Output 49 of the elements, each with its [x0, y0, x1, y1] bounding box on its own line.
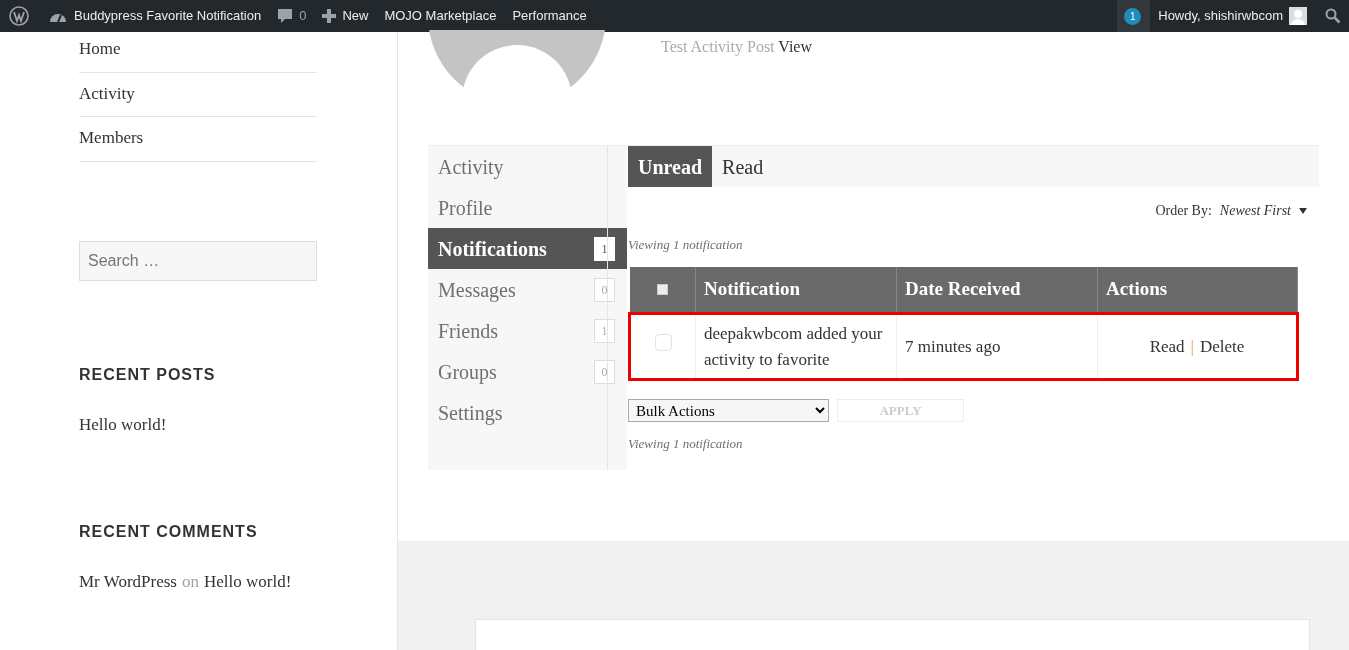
new-link[interactable]: New: [314, 0, 377, 32]
view-link[interactable]: View: [778, 38, 812, 55]
action-separator: |: [1190, 336, 1194, 356]
row-checkbox[interactable]: [654, 333, 672, 351]
tab[interactable]: Unread: [628, 146, 713, 187]
column-header: Notification: [695, 266, 897, 314]
notifications-link[interactable]: 1: [1117, 0, 1151, 32]
subnav-item[interactable]: Profile: [428, 187, 627, 228]
menu-link[interactable]: Performance: [504, 0, 595, 32]
caret-icon: [1299, 207, 1307, 214]
account-link[interactable]: Howdy, shishirwbcom: [1150, 0, 1315, 32]
comment-connector: on: [181, 571, 199, 593]
subnav-item[interactable]: Notifications 1: [428, 228, 627, 269]
plus-icon: [322, 9, 337, 23]
subnav-item[interactable]: Groups 0: [428, 351, 627, 392]
results-count: Viewing 1 notification: [628, 435, 744, 453]
post-link[interactable]: Hello world!: [79, 411, 317, 437]
count-badge: 1: [594, 236, 615, 261]
subnav-item[interactable]: Settings: [428, 392, 627, 433]
speech-bubble-icon: [277, 8, 294, 24]
comment-author-link[interactable]: Mr WordPress: [79, 569, 177, 595]
menu-link[interactable]: MOJO Marketplace: [376, 0, 505, 32]
action-link[interactable]: Read: [1149, 336, 1185, 356]
notification-text: deepakwbcom added your activity to favorite: [704, 324, 883, 369]
column-header: Actions: [1097, 266, 1298, 314]
user-avatar-icon: [1289, 7, 1307, 25]
order-by-label: Order By:: [1155, 202, 1212, 220]
date-text: 7 minutes ago: [905, 336, 1001, 356]
nav-link[interactable]: Activity: [79, 72, 317, 117]
widget-title: RECENT POSTS: [79, 364, 217, 385]
subnav-item[interactable]: Messages 0: [428, 269, 627, 310]
order-select[interactable]: Newest First: [1219, 200, 1307, 221]
search-field[interactable]: Search …: [79, 240, 317, 281]
post-link[interactable]: Hello world!: [203, 569, 292, 595]
widget-title: RECENT COMMENTS: [79, 522, 259, 542]
bulk-actions-select[interactable]: Bulk Actions: [628, 399, 829, 422]
select-all-checkbox[interactable]: [656, 284, 668, 295]
nav-link[interactable]: Members: [79, 117, 317, 162]
column-header: Date Received: [896, 266, 1098, 314]
nav-link[interactable]: Home: [79, 28, 317, 73]
tab[interactable]: Read: [712, 146, 774, 187]
activity-text: Test Activity Post: [661, 38, 775, 55]
count-badge: 0: [594, 277, 615, 302]
action-link[interactable]: Delete: [1200, 336, 1245, 356]
count-badge: 1: [594, 318, 615, 343]
results-count: Viewing 1 notification: [628, 236, 744, 254]
count-badge: 0: [594, 359, 615, 384]
subnav-item[interactable]: Activity: [428, 146, 627, 187]
subnav-item[interactable]: Friends 1: [428, 310, 627, 351]
